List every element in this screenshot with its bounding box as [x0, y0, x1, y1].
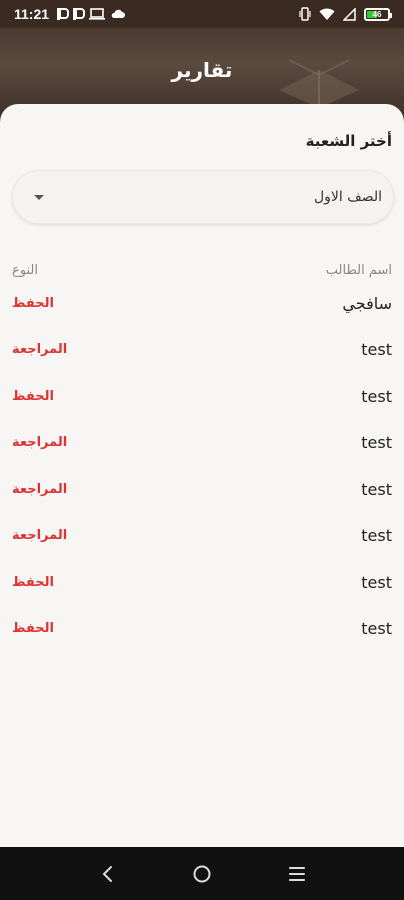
back-icon — [102, 865, 113, 882]
table-row[interactable]: test المراجعة — [12, 466, 392, 513]
student-name: سافجي — [342, 293, 392, 313]
report-type: الحفظ — [12, 621, 54, 637]
page-title: تقارير — [171, 58, 233, 82]
table-row[interactable]: test الحفظ — [12, 373, 392, 420]
table-row[interactable]: test المراجعة — [12, 420, 392, 467]
home-icon — [193, 865, 211, 882]
table-header: اسم الطالب النوع — [12, 260, 392, 280]
student-name: test — [361, 572, 392, 592]
table-row[interactable]: test الحفظ — [12, 559, 392, 606]
report-type: المراجعة — [12, 481, 68, 497]
report-type: الحفظ — [12, 574, 54, 590]
student-name: test — [361, 386, 392, 406]
report-type: الحفظ — [12, 295, 54, 311]
student-name: test — [361, 340, 392, 360]
battery-level: 46 — [372, 9, 382, 19]
content-sheet: أختر الشعبة الصف الاول اسم الطالب النوع … — [0, 104, 404, 847]
report-type: المراجعة — [12, 528, 68, 544]
cloud-icon — [111, 9, 126, 18]
caret-down-icon — [34, 194, 44, 200]
section-select-label: أختر الشعبة — [305, 132, 392, 150]
wifi-icon — [319, 8, 335, 20]
system-nav-bar — [0, 847, 404, 900]
vibrate-icon — [299, 7, 311, 21]
student-name: test — [361, 526, 392, 546]
report-type: المراجعة — [12, 342, 68, 358]
report-type: الحفظ — [12, 388, 54, 404]
student-name: test — [361, 433, 392, 453]
student-name: test — [361, 479, 392, 499]
column-type: النوع — [12, 262, 38, 278]
status-bar: 11:21 46 — [0, 0, 404, 28]
status-time: 11:21 — [14, 6, 50, 22]
section-dropdown[interactable]: الصف الاول — [12, 170, 394, 224]
table-row[interactable]: test المراجعة — [12, 327, 392, 374]
report-type: المراجعة — [12, 435, 68, 451]
nav-home-button[interactable] — [190, 862, 214, 886]
p-icon — [73, 8, 86, 20]
nav-recents-button[interactable] — [285, 862, 309, 886]
table-row[interactable]: test المراجعة — [12, 513, 392, 560]
student-name: test — [361, 619, 392, 639]
report-list: سافجي الحفظ test المراجعة test الحفظ tes… — [12, 280, 392, 652]
laptop-icon — [89, 8, 106, 20]
nav-back-button[interactable] — [95, 862, 119, 886]
column-student-name: اسم الطالب — [325, 262, 392, 278]
battery-icon: 46 — [364, 7, 392, 21]
p-icon — [57, 8, 70, 20]
table-row[interactable]: سافجي الحفظ — [12, 280, 392, 327]
signal-icon — [343, 7, 356, 21]
recents-icon — [288, 866, 305, 881]
table-row[interactable]: test الحفظ — [12, 606, 392, 653]
dropdown-selected-value: الصف الاول — [313, 189, 382, 205]
